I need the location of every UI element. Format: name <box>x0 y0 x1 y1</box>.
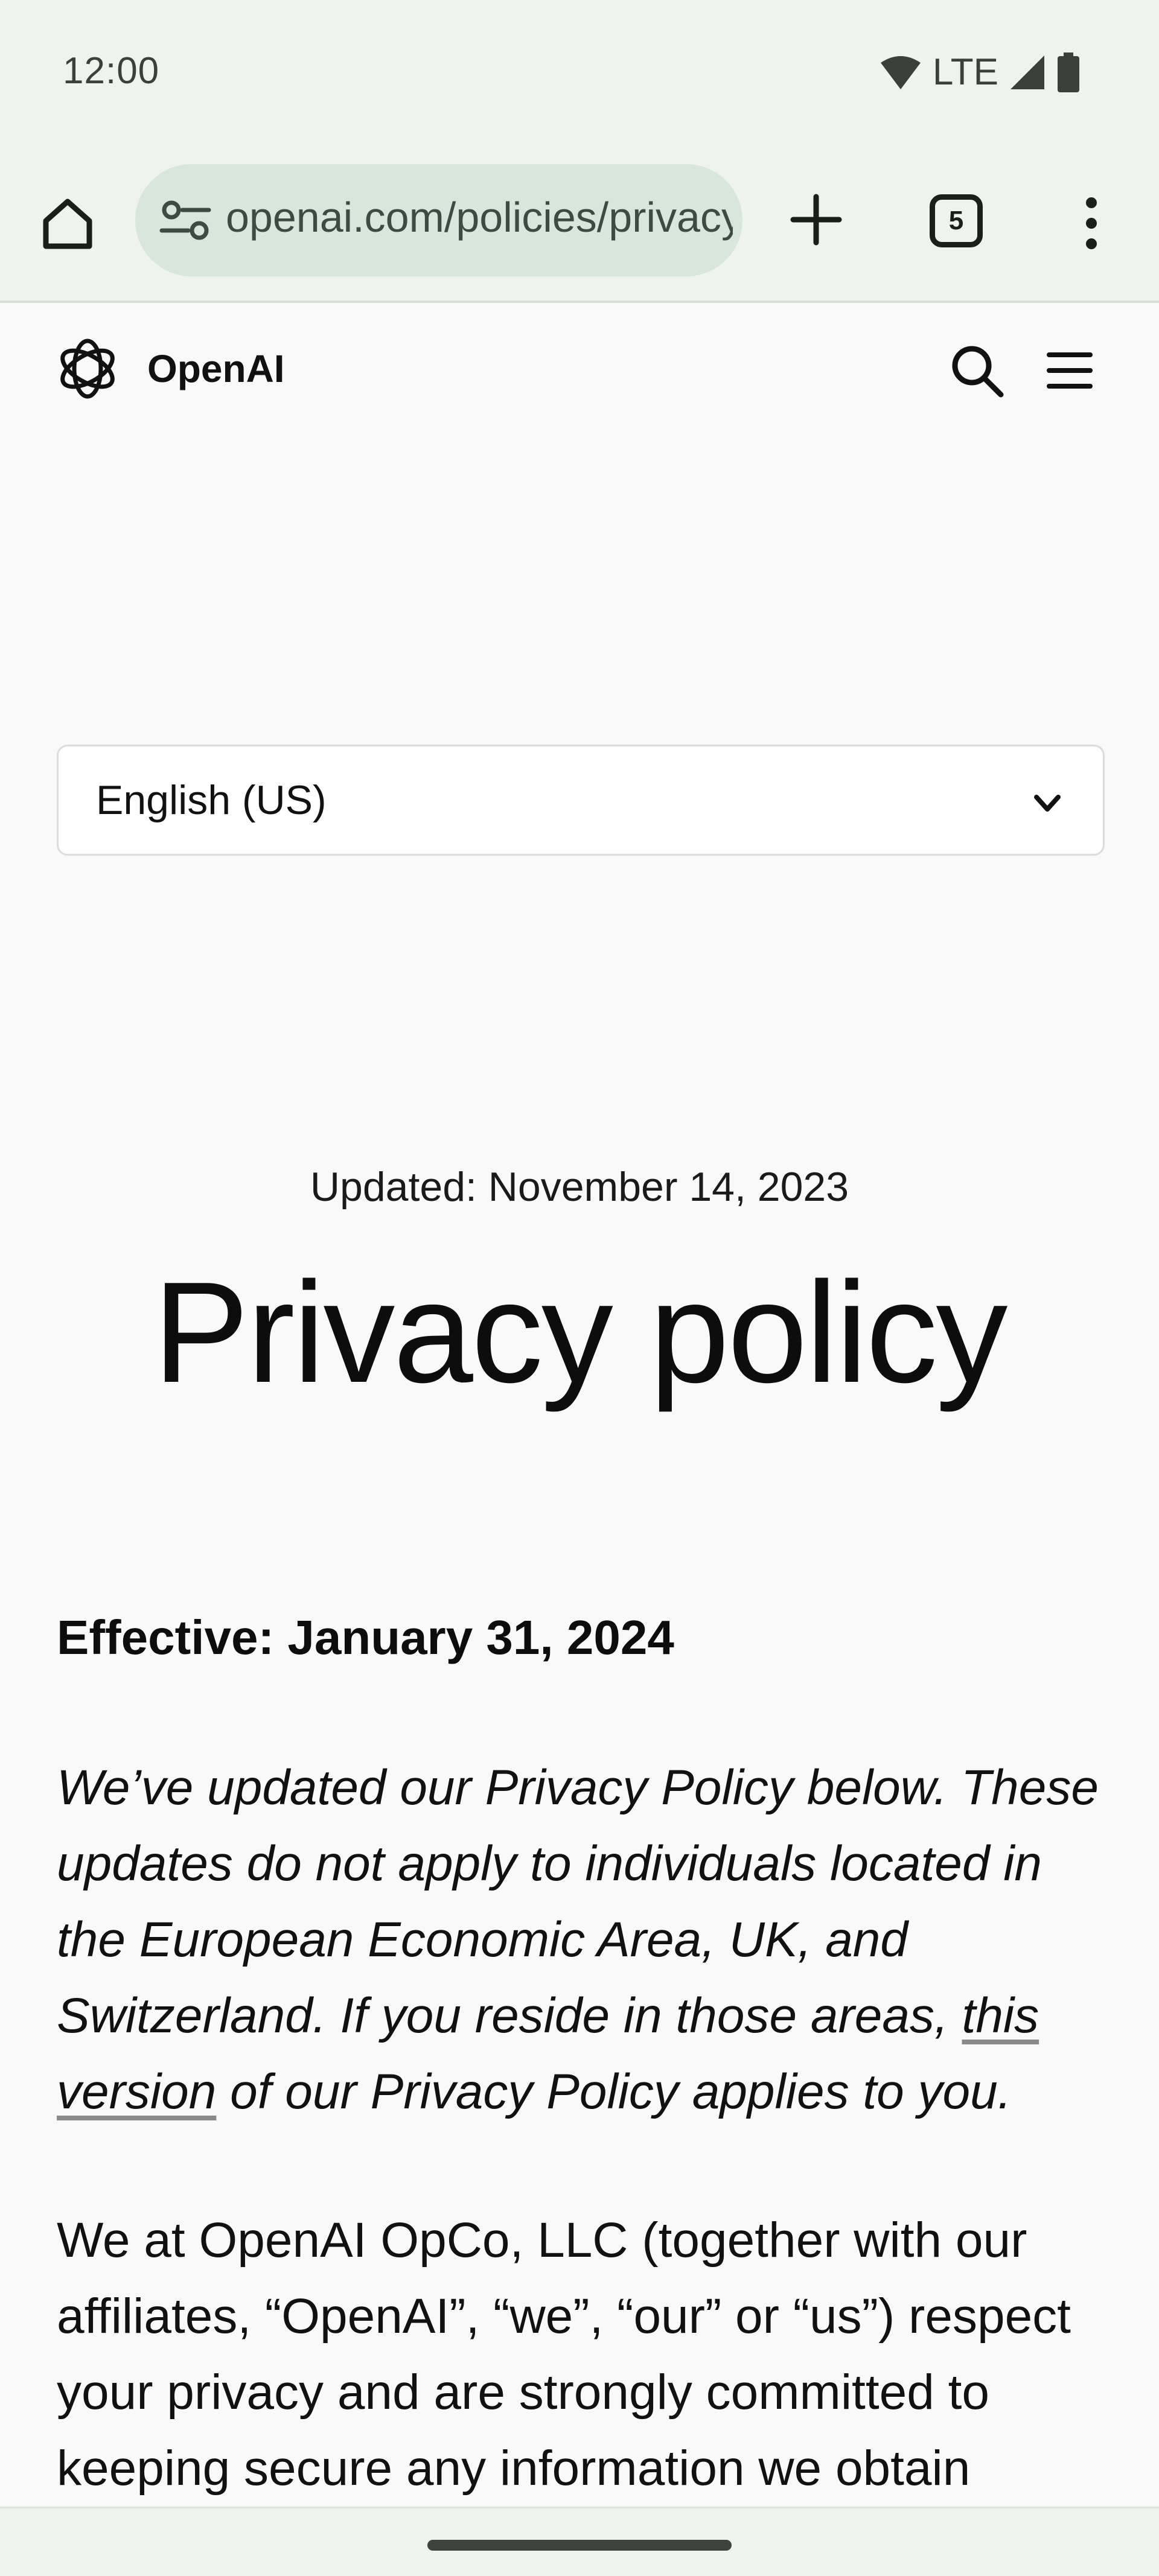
brand-name[interactable]: OpenAI <box>147 346 285 391</box>
status-time: 12:00 <box>63 50 160 92</box>
tab-switcher-button[interactable]: 5 <box>930 194 983 247</box>
language-select-value: English (US) <box>96 777 327 823</box>
notice-text-end: of our Privacy Policy applies to you. <box>216 2064 1012 2119</box>
home-icon[interactable] <box>37 193 98 253</box>
search-icon[interactable] <box>947 340 1007 401</box>
url-text[interactable]: openai.com/policies/privacy-policy <box>226 193 733 241</box>
wifi-icon <box>880 56 921 89</box>
navigation-bar <box>0 2507 1159 2576</box>
battery-icon <box>1058 52 1079 92</box>
policy-notice: We’ve updated our Privacy Policy below. … <box>57 1750 1107 2130</box>
effective-date: Effective: January 31, 2024 <box>57 1611 674 1664</box>
gesture-handle[interactable] <box>427 2540 732 2551</box>
status-icons: LTE <box>880 51 1081 94</box>
language-select[interactable]: English (US) <box>57 745 1105 856</box>
hamburger-menu-icon[interactable] <box>1046 346 1094 395</box>
url-bar[interactable]: openai.com/policies/privacy-policy <box>135 164 742 276</box>
updated-date: Updated: November 14, 2023 <box>310 1164 849 1210</box>
intro-paragraph: We at OpenAI OpCo, LLC (together with ou… <box>57 2213 1071 2496</box>
site-settings-icon[interactable] <box>158 199 212 241</box>
openai-logo-icon[interactable] <box>54 336 121 402</box>
more-vert-icon[interactable] <box>1073 193 1110 253</box>
network-type: LTE <box>932 51 998 93</box>
signal-icon <box>1011 55 1044 89</box>
browser-toolbar: openai.com/policies/privacy-policy 5 <box>0 139 1159 303</box>
chevron-down-icon <box>1034 795 1061 812</box>
status-bar: 12:00 LTE <box>0 0 1159 139</box>
tab-count: 5 <box>948 206 964 235</box>
notice-text: We’ve updated our Privacy Policy below. … <box>57 1760 1099 2043</box>
new-tab-icon[interactable] <box>786 189 846 250</box>
site-header: OpenAI <box>0 303 1159 436</box>
page-title: Privacy policy <box>153 1253 1008 1413</box>
